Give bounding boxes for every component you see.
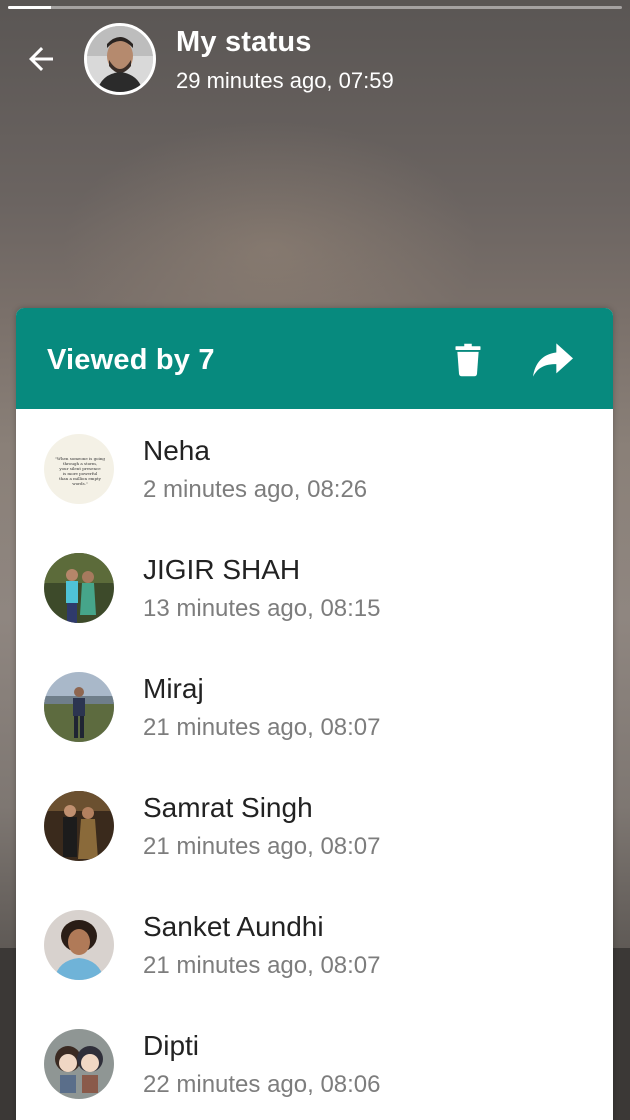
viewer-row[interactable]: "When someone is going through a storm, yo… (16, 409, 613, 528)
viewer-row[interactable]: JIGIR SHAH 13 minutes ago, 08:15 (16, 528, 613, 647)
viewer-avatar-photo (44, 791, 114, 861)
viewer-time: 21 minutes ago, 08:07 (143, 833, 381, 860)
viewer-list: "When someone is going through a storm, yo… (16, 409, 613, 1120)
viewed-by-count: Viewed by 7 (47, 344, 215, 376)
viewer-time: 21 minutes ago, 08:07 (143, 952, 381, 979)
viewers-sheet-header: Viewed by 7 (16, 308, 613, 409)
status-progress-bar (8, 6, 622, 9)
viewer-avatar (44, 1029, 114, 1099)
viewer-avatar-photo (44, 1029, 114, 1099)
delete-status-button[interactable] (448, 338, 488, 382)
avatar-quote-image: "When someone is going through a storm, yo… (55, 456, 105, 486)
status-progress-fill (8, 6, 51, 9)
viewer-time: 21 minutes ago, 08:07 (143, 714, 381, 741)
viewer-avatar-photo (44, 910, 114, 980)
viewer-avatar: "When someone is going through a storm, yo… (44, 434, 114, 504)
viewer-name: Miraj (143, 673, 204, 704)
viewer-row[interactable]: Dipti 22 minutes ago, 08:06 (16, 1004, 613, 1120)
viewer-avatar (44, 910, 114, 980)
forward-status-button[interactable] (529, 338, 577, 382)
viewer-name: Neha (143, 435, 210, 466)
viewer-avatar-photo (44, 672, 114, 742)
trash-icon (455, 343, 481, 377)
share-forward-icon (533, 343, 573, 377)
viewer-time: 2 minutes ago, 08:26 (143, 476, 368, 503)
my-avatar-photo (87, 26, 153, 92)
back-button[interactable] (18, 36, 64, 82)
viewer-name: Samrat Singh (143, 792, 313, 823)
status-title: My status (176, 26, 312, 58)
viewer-row[interactable]: Miraj 21 minutes ago, 08:07 (16, 647, 613, 766)
status-timestamp: 29 minutes ago, 07:59 (176, 68, 394, 93)
viewer-time: 13 minutes ago, 08:15 (143, 595, 381, 622)
viewer-avatar (44, 672, 114, 742)
viewer-avatar (44, 791, 114, 861)
my-avatar[interactable] (84, 23, 156, 95)
viewer-row[interactable]: Sanket Aundhi 21 minutes ago, 08:07 (16, 885, 613, 1004)
viewer-row[interactable]: Samrat Singh 21 minutes ago, 08:07 (16, 766, 613, 885)
viewers-sheet: Viewed by 7 "When someone is going throug… (16, 308, 613, 1120)
viewer-name: Dipti (143, 1030, 200, 1061)
viewer-avatar-photo (44, 553, 114, 623)
viewer-name: JIGIR SHAH (143, 554, 301, 585)
viewer-avatar (44, 553, 114, 623)
arrow-left-icon (29, 47, 53, 71)
viewer-name: Sanket Aundhi (143, 911, 324, 942)
viewer-time: 22 minutes ago, 08:06 (143, 1071, 381, 1098)
